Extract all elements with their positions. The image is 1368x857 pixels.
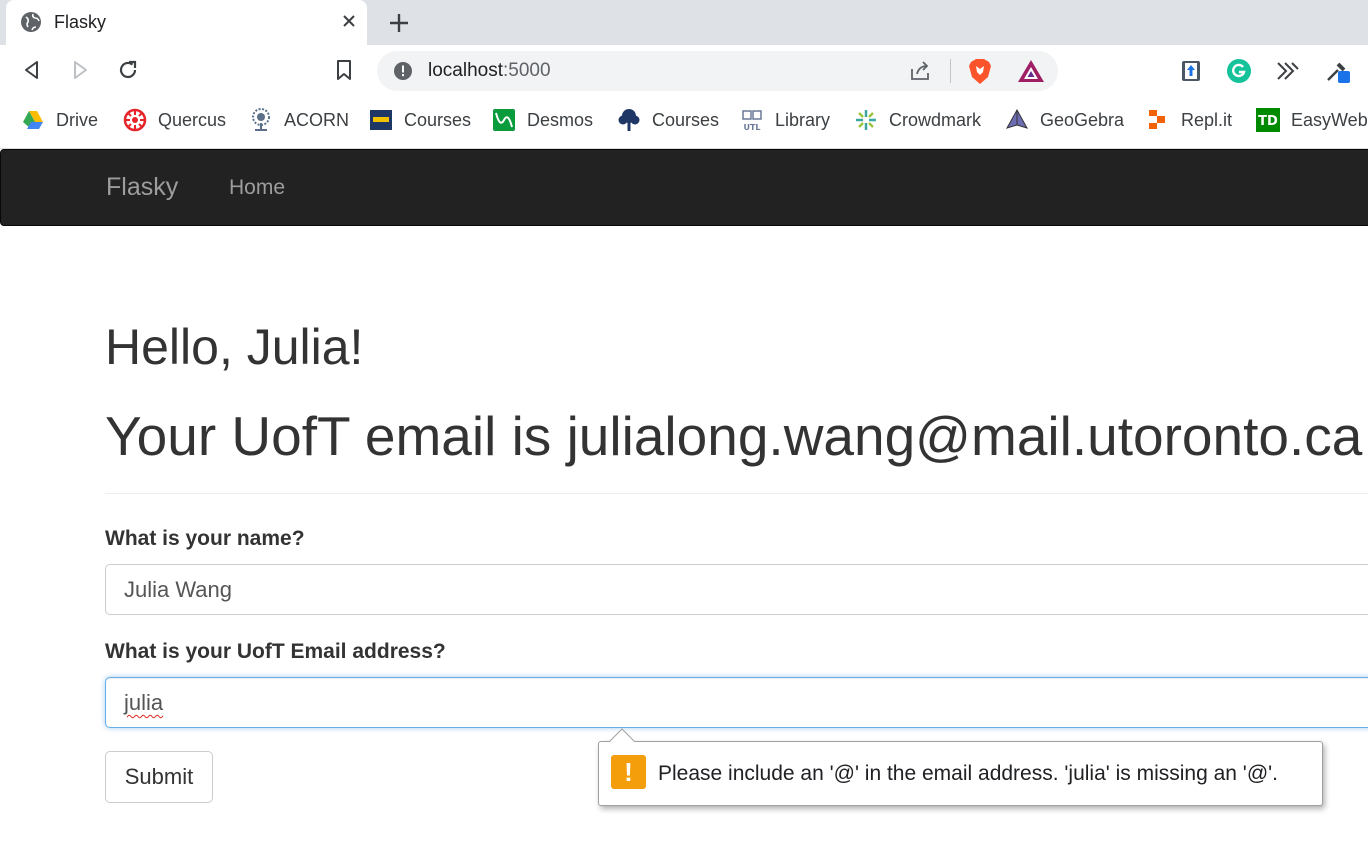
email-field-value: julia <box>124 690 164 715</box>
warning-icon: ! <box>611 755 646 789</box>
extension-icon[interactable] <box>1178 58 1204 84</box>
url-text[interactable]: localhost:5000 <box>428 60 551 82</box>
bookmark-courses-1[interactable]: Courses <box>369 107 471 133</box>
navbar: Flasky Home <box>0 149 1368 226</box>
greeting-heading: Hello, Julia! <box>105 319 364 375</box>
crowdmark-icon <box>856 110 876 130</box>
name-field[interactable]: Julia Wang <box>105 564 1368 615</box>
name-label: What is your name? <box>105 527 305 550</box>
eyedropper-icon[interactable] <box>1324 58 1350 84</box>
grammarly-icon[interactable] <box>1226 58 1252 84</box>
courses-icon <box>370 110 392 130</box>
brave-shield-icon[interactable] <box>967 57 993 85</box>
bookmarks-bar: Drive Quercus ACORN Courses Desmos Cours… <box>0 95 1368 145</box>
email-label: What is your UofT Email address? <box>105 640 446 663</box>
forward-icon[interactable] <box>68 58 92 82</box>
bookmark-replit[interactable]: Repl.it <box>1146 107 1232 133</box>
globe-icon <box>21 12 41 32</box>
bookmark-acorn[interactable]: ACORN <box>249 107 349 133</box>
tab-strip: Flasky <box>0 0 1368 45</box>
quercus-icon <box>123 108 147 132</box>
bookmark-library[interactable]: UTL Library <box>740 107 830 133</box>
reload-icon[interactable] <box>116 58 140 82</box>
tree-icon <box>618 109 640 131</box>
email-field[interactable]: julia <box>105 677 1368 728</box>
library-icon: UTL <box>742 110 762 132</box>
bookmark-drive[interactable]: Drive <box>21 107 98 133</box>
bookmark-desmos[interactable]: Desmos <box>492 107 593 133</box>
divider <box>105 493 1368 494</box>
geogebra-icon <box>1005 108 1029 129</box>
bookmark-icon[interactable] <box>332 58 356 82</box>
submit-button[interactable]: Submit <box>105 751 213 803</box>
acorn-icon <box>252 108 270 131</box>
bookmark-crowdmark[interactable]: Crowdmark <box>854 107 981 133</box>
bookmark-easyweb[interactable]: TD EasyWeb <box>1256 107 1368 133</box>
divider <box>950 59 951 83</box>
share-icon[interactable] <box>908 59 932 83</box>
new-tab-icon[interactable] <box>386 10 412 36</box>
google-drive-icon <box>23 111 43 129</box>
validation-message: Please include an '@' in the email addre… <box>658 762 1278 785</box>
svg-text:TD: TD <box>1258 114 1278 129</box>
bookmark-quercus[interactable]: Quercus <box>123 107 226 133</box>
info-icon[interactable] <box>393 61 413 81</box>
bookmark-courses-2[interactable]: Courses <box>617 107 719 133</box>
browser-tab[interactable]: Flasky <box>6 0 367 45</box>
chevrons-icon[interactable] <box>1274 58 1300 84</box>
td-icon: TD <box>1256 108 1280 132</box>
email-heading: Your UofT email is julialong.wang@mail.u… <box>105 405 1363 467</box>
nav-home-link[interactable]: Home <box>229 176 285 200</box>
browser-toolbar: localhost:5000 <box>0 45 1368 95</box>
replit-icon <box>1149 110 1165 129</box>
svg-text:UTL: UTL <box>743 123 760 132</box>
address-bar[interactable]: localhost:5000 <box>377 51 1058 91</box>
tooltip-arrow <box>609 728 635 754</box>
validation-tooltip: ! Please include an '@' in the email add… <box>598 728 1323 806</box>
back-icon[interactable] <box>20 58 44 82</box>
bat-rewards-icon[interactable] <box>1017 58 1045 84</box>
close-icon[interactable] <box>338 10 360 32</box>
tab-title: Flasky <box>54 12 107 32</box>
navbar-brand[interactable]: Flasky <box>106 173 178 202</box>
bookmark-geogebra[interactable]: GeoGebra <box>1005 107 1124 133</box>
desmos-icon <box>493 109 515 131</box>
